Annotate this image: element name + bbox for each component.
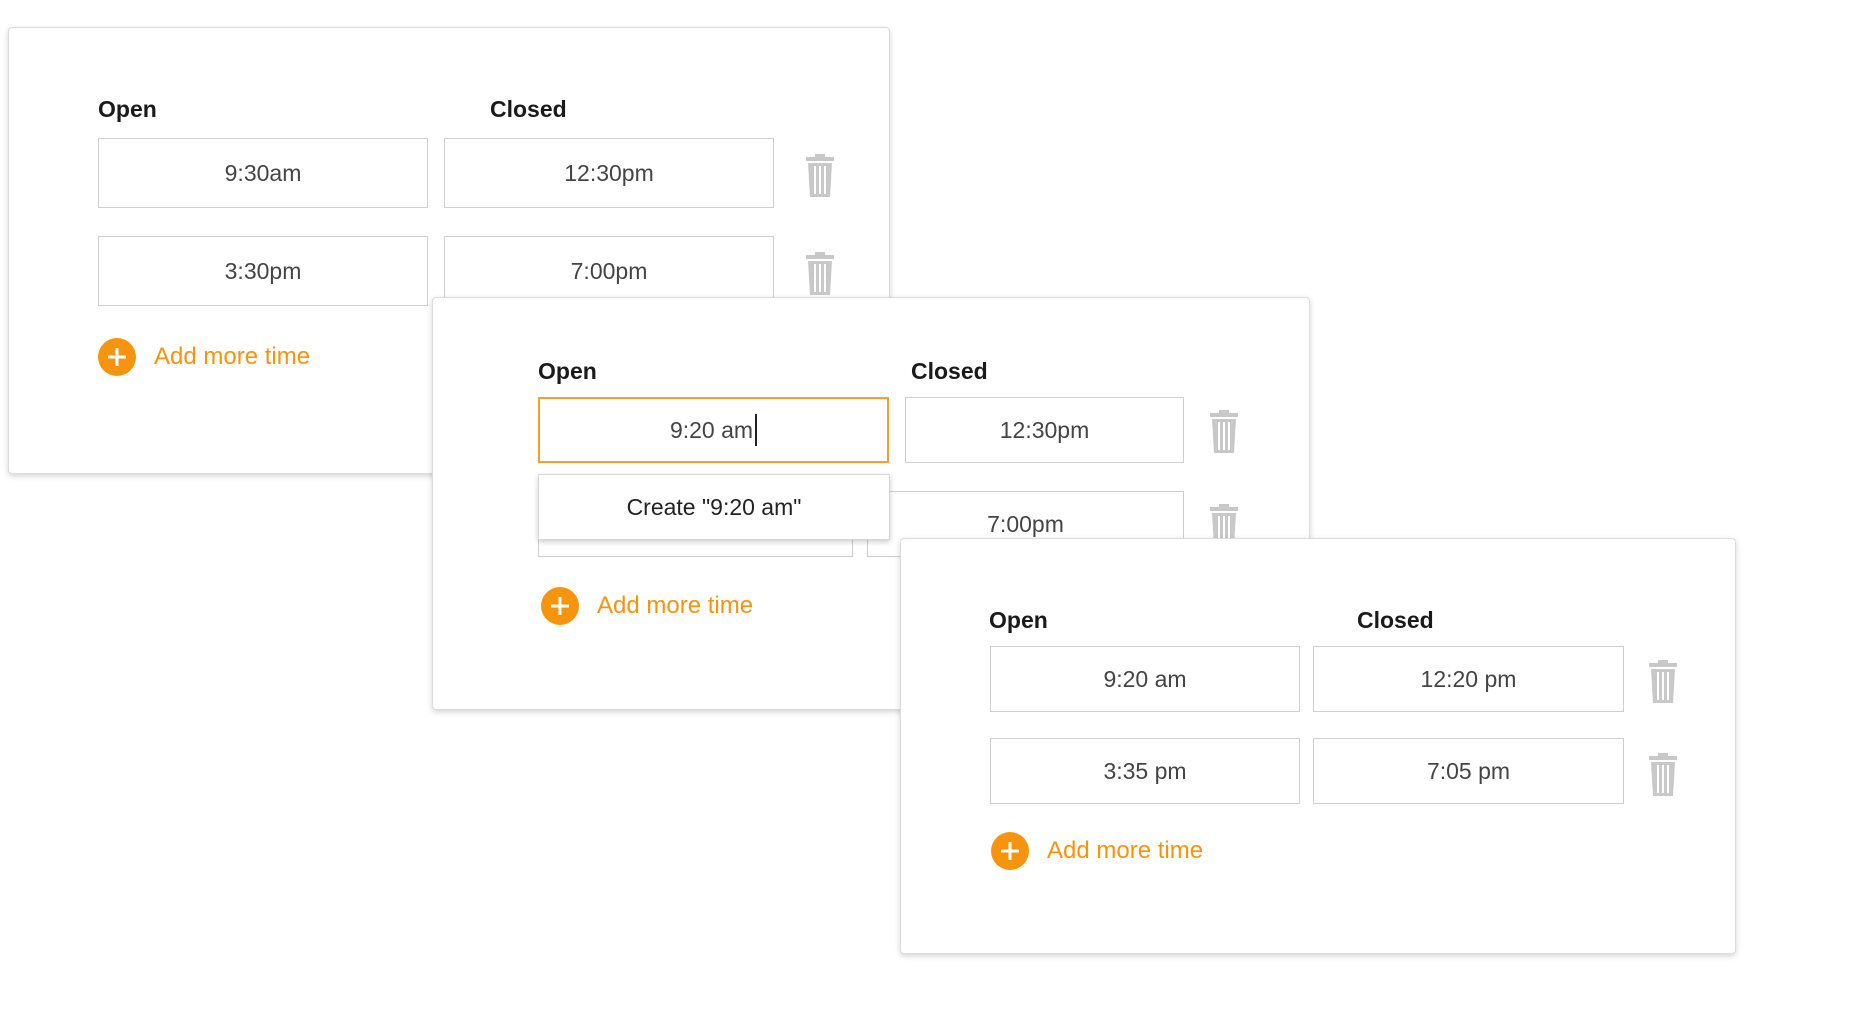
add-more-time-label: Add more time bbox=[154, 343, 311, 370]
trash-icon[interactable] bbox=[1209, 410, 1239, 454]
text-caret bbox=[755, 414, 758, 446]
open-label: Open bbox=[98, 96, 157, 122]
closed-label: Closed bbox=[1357, 607, 1434, 633]
closed-time-input[interactable]: 7:00pm bbox=[444, 236, 774, 306]
add-more-time-button[interactable]: Add more time bbox=[991, 832, 1203, 870]
closed-time-input[interactable]: 12:30pm bbox=[905, 397, 1184, 463]
trash-icon[interactable] bbox=[805, 252, 835, 296]
open-time-input[interactable]: 9:20 am bbox=[538, 397, 889, 463]
closed-label: Closed bbox=[911, 358, 988, 384]
trash-icon[interactable] bbox=[805, 154, 835, 198]
closed-time-input[interactable]: 12:20 pm bbox=[1313, 646, 1624, 712]
plus-circle-icon bbox=[98, 338, 136, 376]
hours-panel-3: Open Closed 9:20 am 12:20 pm 3:35 pm 7:0… bbox=[900, 538, 1736, 954]
open-label: Open bbox=[989, 607, 1048, 633]
closed-time-input[interactable]: 7:05 pm bbox=[1313, 738, 1624, 804]
plus-circle-icon bbox=[991, 832, 1029, 870]
open-time-input[interactable]: 9:20 am bbox=[990, 646, 1300, 712]
trash-icon[interactable] bbox=[1648, 660, 1678, 704]
closed-label: Closed bbox=[490, 96, 567, 122]
add-more-time-label: Add more time bbox=[1047, 837, 1204, 864]
add-more-time-button[interactable]: Add more time bbox=[98, 338, 310, 376]
add-more-time-label: Add more time bbox=[597, 592, 754, 619]
open-label: Open bbox=[538, 358, 597, 384]
add-more-time-button[interactable]: Add more time bbox=[541, 587, 753, 625]
open-time-input[interactable]: 9:30am bbox=[98, 138, 428, 208]
create-time-option[interactable]: Create "9:20 am" bbox=[538, 474, 890, 540]
open-time-input[interactable]: 3:30pm bbox=[98, 236, 428, 306]
trash-icon[interactable] bbox=[1648, 753, 1678, 797]
open-time-input[interactable]: 3:35 pm bbox=[990, 738, 1300, 804]
plus-circle-icon bbox=[541, 587, 579, 625]
closed-time-input[interactable]: 12:30pm bbox=[444, 138, 774, 208]
open-time-value: 9:20 am bbox=[669, 416, 754, 443]
